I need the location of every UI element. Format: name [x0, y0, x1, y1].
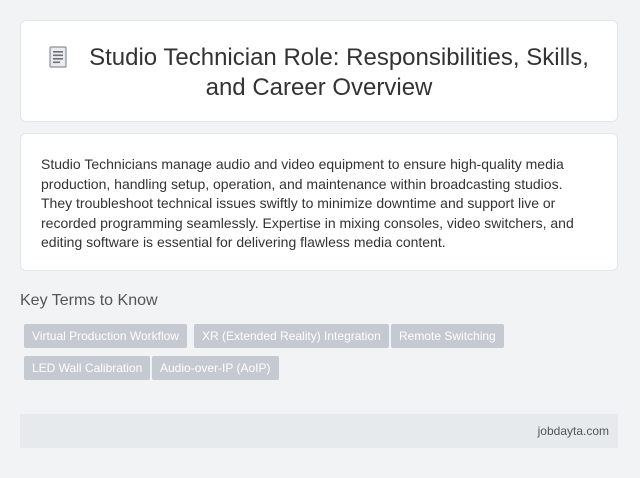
title-line-1: Studio Technician Role: Responsibilities… [89, 44, 589, 71]
tag-virtual-production-workflow[interactable]: Virtual Production Workflow [24, 324, 187, 348]
title-line-2: and Career Overview [205, 74, 433, 101]
tag-xr-integration[interactable]: XR (Extended Reality) Integration [194, 324, 389, 348]
footer: jobdayta.com [20, 414, 618, 448]
key-terms-heading: Key Terms to Know [20, 292, 158, 309]
tag-audio-over-ip[interactable]: Audio-over-IP (AoIP) [152, 356, 279, 380]
description-text: Studio Technicians manage audio and vide… [41, 156, 574, 251]
footer-site[interactable]: jobdayta.com [538, 424, 609, 438]
title-card: Studio Technician Role: Responsibilities… [20, 20, 618, 122]
tag-led-wall-calibration[interactable]: LED Wall Calibration [24, 356, 151, 380]
tag-remote-switching[interactable]: Remote Switching [391, 324, 504, 348]
description-card: Studio Technicians manage audio and vide… [20, 133, 618, 271]
page-title: Studio Technician Role: Responsibilities… [21, 43, 617, 103]
document-icon [49, 46, 67, 68]
